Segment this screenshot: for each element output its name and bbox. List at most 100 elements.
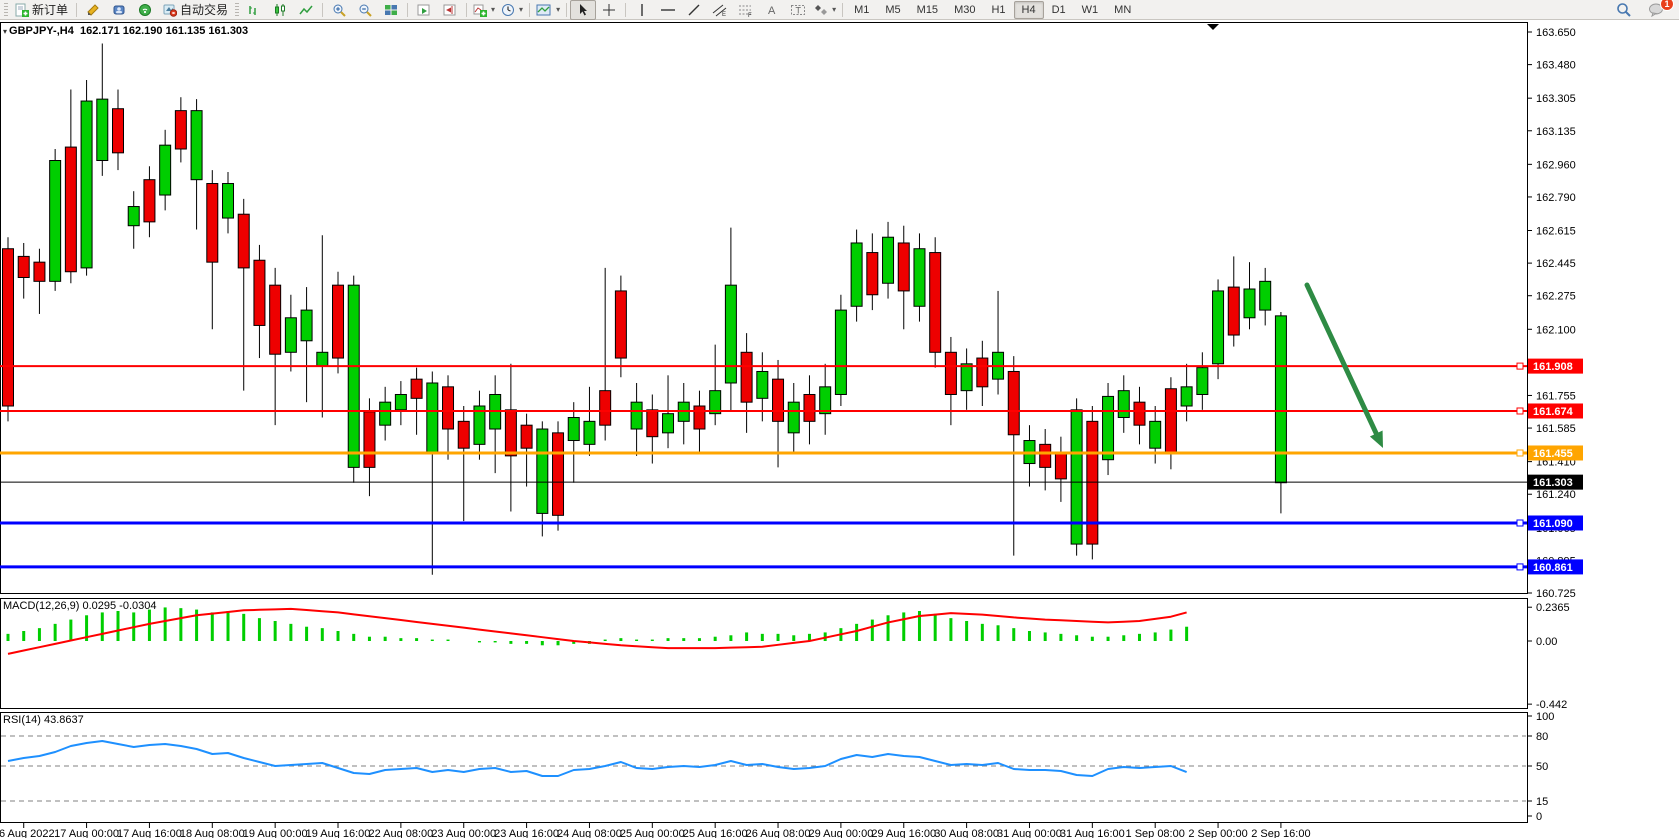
candle [914, 249, 925, 307]
candle [97, 99, 108, 160]
tile-windows-icon [384, 3, 398, 17]
time-tick: 17 Aug 00:00 [54, 828, 119, 838]
templates-dropdown-caret[interactable]: ▾ [556, 5, 560, 14]
candle [458, 421, 469, 448]
periods-button[interactable]: ▾ [498, 0, 526, 20]
price-tick: 163.650 [1536, 27, 1576, 39]
tab-timeframe-H4[interactable]: H4 [1014, 1, 1044, 19]
candle [191, 111, 202, 180]
time-tick: 19 Aug 00:00 [243, 828, 308, 838]
new-order-button[interactable]: 新订单 [10, 0, 73, 20]
crosshair-tool-button[interactable] [596, 0, 622, 20]
zoom-out-icon [358, 3, 372, 17]
horizontal-line-tool-button[interactable] [655, 0, 681, 20]
search-icon [1616, 2, 1632, 18]
trendline-tool-button[interactable] [681, 0, 707, 20]
metaeditor-button[interactable] [80, 0, 106, 20]
candle [1275, 316, 1286, 483]
chart-canvas[interactable]: 163.650163.480163.305163.135162.960162.7… [0, 0, 1679, 838]
vertical-line-tool-button[interactable] [629, 0, 655, 20]
arrows-tool-button[interactable]: ▾ [811, 0, 839, 20]
candle [411, 379, 422, 398]
candle [1213, 291, 1224, 364]
candle [427, 383, 438, 452]
toolbar-separator [76, 3, 77, 17]
price-level-badge-text: 161.090 [1533, 518, 1573, 530]
time-tick: 23 Aug 00:00 [431, 828, 496, 838]
market-button[interactable] [106, 0, 132, 20]
indicators-icon [473, 3, 487, 17]
price-tick: 162.615 [1536, 226, 1576, 238]
tab-timeframe-W1[interactable]: W1 [1074, 1, 1107, 19]
fibonacci-tool-button[interactable]: F [733, 0, 759, 20]
candle [1197, 368, 1208, 395]
tile-windows-button[interactable] [378, 0, 404, 20]
tab-timeframe-MN[interactable]: MN [1106, 1, 1139, 19]
time-tick: 29 Aug 16:00 [871, 828, 936, 838]
candle [175, 111, 186, 149]
candle [348, 285, 359, 467]
price-tick: 162.960 [1536, 159, 1576, 171]
time-tick: 16 Aug 2022 [0, 828, 55, 838]
candlestick-chart-button[interactable] [267, 0, 293, 20]
candle [1008, 371, 1019, 434]
tab-timeframe-M5[interactable]: M5 [877, 1, 908, 19]
toolbar-grip [235, 3, 239, 17]
candle [1087, 421, 1098, 544]
tab-timeframe-M1[interactable]: M1 [846, 1, 877, 19]
price-tick: 161.585 [1536, 423, 1576, 435]
time-tick: 30 Aug 08:00 [934, 828, 999, 838]
toolbar-grip [4, 3, 8, 17]
candle [788, 402, 799, 433]
toolbar-separator [566, 3, 567, 17]
text-label-tool-button[interactable]: T [785, 0, 811, 20]
text-tool-button[interactable]: A [759, 0, 785, 20]
candle [285, 318, 296, 353]
indicators-dropdown-caret[interactable]: ▾ [491, 5, 495, 14]
vertical-line-icon [637, 3, 647, 17]
time-tick: 19 Aug 16:00 [306, 828, 371, 838]
toolbar: 新订单 自动交易 ▾ ▾ ▾ E [0, 0, 1679, 20]
bar-chart-icon [247, 3, 261, 17]
price-level-badge-text: 160.861 [1533, 562, 1573, 574]
tab-timeframe-M15[interactable]: M15 [909, 1, 946, 19]
search-button[interactable] [1611, 0, 1637, 20]
candle [631, 402, 642, 429]
tab-timeframe-M30[interactable]: M30 [946, 1, 983, 19]
channel-tool-button[interactable]: E [707, 0, 733, 20]
auto-trading-button[interactable]: 自动交易 [158, 0, 233, 20]
toolbar-separator [529, 3, 530, 17]
candle [270, 285, 281, 354]
signals-button[interactable] [132, 0, 158, 20]
bar-chart-button[interactable] [241, 0, 267, 20]
candle [961, 364, 972, 391]
arrows-dropdown-caret[interactable]: ▾ [832, 5, 836, 14]
tab-timeframe-H1[interactable]: H1 [983, 1, 1013, 19]
chat-button[interactable]: 1 [1643, 0, 1669, 20]
templates-button[interactable]: ▾ [533, 0, 563, 20]
line-chart-button[interactable] [293, 0, 319, 20]
periods-dropdown-caret[interactable]: ▾ [519, 5, 523, 14]
candle [1040, 444, 1051, 467]
indicators-button[interactable]: ▾ [470, 0, 498, 20]
arrows-icon [814, 3, 828, 17]
price-tick: 163.305 [1536, 93, 1576, 105]
candle [835, 310, 846, 394]
auto-scroll-button[interactable] [411, 0, 437, 20]
candle [1103, 396, 1114, 459]
svg-text:F: F [748, 13, 752, 17]
time-tick: 18 Aug 08:00 [180, 828, 245, 838]
candle [977, 358, 988, 387]
tab-timeframe-D1[interactable]: D1 [1044, 1, 1074, 19]
candle [1244, 289, 1255, 318]
cursor-tool-button[interactable] [570, 0, 596, 20]
zoom-in-icon [332, 3, 346, 17]
zoom-in-button[interactable] [326, 0, 352, 20]
candle [898, 243, 909, 291]
rsi-tick: 100 [1536, 711, 1554, 723]
svg-text:A: A [768, 5, 776, 17]
horizontal-line-icon [660, 3, 676, 17]
candle [804, 394, 815, 421]
chart-shift-button[interactable] [437, 0, 463, 20]
zoom-out-button[interactable] [352, 0, 378, 20]
